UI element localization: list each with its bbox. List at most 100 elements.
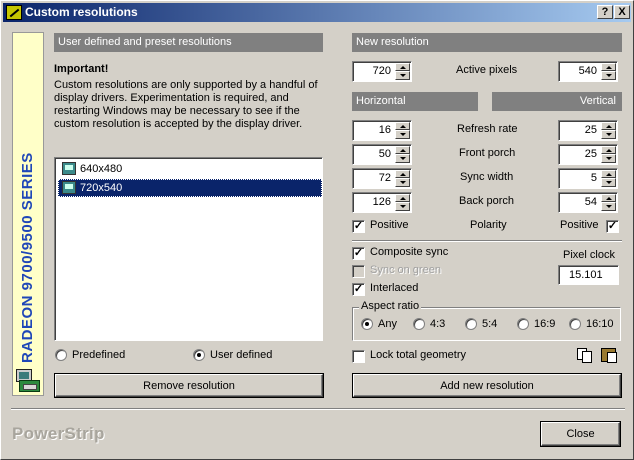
lock-geometry-checkbox[interactable] <box>352 350 365 363</box>
back-porch-h-value: 126 <box>372 196 391 208</box>
chevron-down-icon[interactable] <box>601 202 616 211</box>
chevron-up-icon[interactable] <box>601 122 616 130</box>
composite-sync-checkbox[interactable]: ✓ <box>352 247 365 260</box>
resolution-list[interactable]: 640x480 720x540 <box>54 157 323 341</box>
sync-width-h-value: 72 <box>378 172 391 184</box>
chevron-up-icon[interactable] <box>601 194 616 202</box>
important-text: Custom resolutions are only supported by… <box>54 79 318 130</box>
radio-predefined-label: Predefined <box>72 349 126 361</box>
chevron-down-icon[interactable] <box>395 178 410 187</box>
custom-resolutions-dialog: Custom resolutions ? X RADEON 9700/9500 … <box>0 0 634 460</box>
aspect-4-3-label: 4:3 <box>430 318 446 330</box>
add-new-resolution-button[interactable]: Add new resolution <box>353 374 621 397</box>
radio-user-defined[interactable] <box>193 349 205 361</box>
list-item[interactable]: 640x480 <box>58 160 322 178</box>
interlaced-label: Interlaced <box>370 282 419 294</box>
positive-h-checkbox[interactable]: ✓ <box>352 220 365 233</box>
aspect-any-radio[interactable] <box>361 318 373 330</box>
window-title: Custom resolutions <box>25 5 138 19</box>
right-panel-header: New resolution <box>352 33 622 52</box>
chevron-up-icon[interactable] <box>395 170 410 178</box>
active-v-value: 540 <box>578 65 597 77</box>
chevron-down-icon[interactable] <box>601 178 616 187</box>
vertical-header: Vertical <box>492 92 622 111</box>
sync-width-v-value: 5 <box>590 172 597 184</box>
chevron-down-icon[interactable] <box>395 202 410 211</box>
sync-width-h-stepper[interactable]: 72 <box>352 168 412 189</box>
back-porch-h-stepper[interactable]: 126 <box>352 192 412 213</box>
help-button[interactable]: ? <box>597 5 613 19</box>
aspect-ratio-label: Aspect ratio <box>359 300 422 312</box>
chevron-down-icon[interactable] <box>395 130 410 139</box>
polarity-label: Polarity <box>470 219 507 231</box>
radio-predefined[interactable] <box>55 349 67 361</box>
aspect-4-3-radio[interactable] <box>413 318 425 330</box>
chevron-up-icon[interactable] <box>601 146 616 154</box>
back-porch-v-stepper[interactable]: 54 <box>558 192 618 213</box>
front-porch-v-stepper[interactable]: 25 <box>558 144 618 165</box>
divider <box>352 240 622 242</box>
close-window-button[interactable]: X <box>614 5 630 19</box>
help-icon: ? <box>601 6 609 18</box>
positive-h-label: Positive <box>370 219 409 231</box>
aspect-5-4-radio[interactable] <box>465 318 477 330</box>
radio-user-defined-label: User defined <box>210 349 273 361</box>
product-name: RADEON 9700/9500 SERIES <box>19 152 36 363</box>
copy-icon[interactable] <box>577 348 592 363</box>
chevron-down-icon[interactable] <box>601 154 616 163</box>
paste-icon[interactable] <box>601 348 617 363</box>
chevron-up-icon[interactable] <box>395 122 410 130</box>
active-pixels-label: Active pixels <box>456 64 518 76</box>
sync-on-green-label: Sync on green <box>370 264 441 276</box>
refresh-rate-h-value: 16 <box>378 124 391 136</box>
composite-sync-label: Composite sync <box>370 246 449 258</box>
aspect-16-9-label: 16:9 <box>534 318 556 330</box>
chevron-up-icon[interactable] <box>601 170 616 178</box>
important-title: Important! <box>54 63 109 75</box>
footer-divider <box>11 408 625 410</box>
front-porch-v-value: 25 <box>584 148 597 160</box>
chevron-down-icon[interactable] <box>395 71 410 80</box>
pixel-clock-field[interactable]: 15.101 <box>558 265 619 285</box>
sync-on-green-checkbox[interactable] <box>352 265 365 278</box>
chevron-down-icon[interactable] <box>601 130 616 139</box>
positive-v-checkbox[interactable]: ✓ <box>606 220 619 233</box>
list-item-label: 720x540 <box>80 182 123 194</box>
chevron-up-icon[interactable] <box>395 194 410 202</box>
front-porch-h-value: 50 <box>378 148 391 160</box>
refresh-rate-h-stepper[interactable]: 16 <box>352 120 412 141</box>
remove-resolution-button[interactable]: Remove resolution <box>55 374 323 397</box>
title-bar: Custom resolutions <box>3 3 631 22</box>
horizontal-header: Horizontal <box>352 92 478 111</box>
chevron-down-icon[interactable] <box>395 154 410 163</box>
refresh-rate-v-stepper[interactable]: 25 <box>558 120 618 141</box>
aspect-16-9-radio[interactable] <box>517 318 529 330</box>
chevron-down-icon[interactable] <box>601 71 616 80</box>
refresh-rate-label: Refresh rate <box>457 123 518 135</box>
back-porch-label: Back porch <box>459 195 515 207</box>
product-banner: RADEON 9700/9500 SERIES <box>12 32 44 396</box>
interlaced-checkbox[interactable]: ✓ <box>352 283 365 296</box>
monitor-icon <box>62 162 76 175</box>
chevron-up-icon[interactable] <box>395 63 410 71</box>
lock-geometry-label: Lock total geometry <box>370 349 466 361</box>
front-porch-h-stepper[interactable]: 50 <box>352 144 412 165</box>
aspect-any-label: Any <box>378 318 397 330</box>
close-button[interactable]: Close <box>541 422 620 446</box>
active-h-value: 720 <box>372 65 391 77</box>
pixel-clock-label: Pixel clock <box>563 249 615 261</box>
close-icon: X <box>618 6 626 18</box>
chevron-up-icon[interactable] <box>601 63 616 71</box>
active-h-stepper[interactable]: 720 <box>352 61 412 82</box>
sync-width-label: Sync width <box>460 171 514 183</box>
aspect-5-4-label: 5:4 <box>482 318 498 330</box>
left-panel-header: User defined and preset resolutions <box>54 33 323 52</box>
sync-width-v-stepper[interactable]: 5 <box>558 168 618 189</box>
active-v-stepper[interactable]: 540 <box>558 61 618 82</box>
list-item-selected[interactable]: 720x540 <box>58 179 322 197</box>
front-porch-label: Front porch <box>459 147 516 159</box>
aspect-16-10-radio[interactable] <box>569 318 581 330</box>
pixel-clock-value: 15.101 <box>569 269 603 281</box>
chevron-up-icon[interactable] <box>395 146 410 154</box>
aspect-16-10-label: 16:10 <box>586 318 614 330</box>
